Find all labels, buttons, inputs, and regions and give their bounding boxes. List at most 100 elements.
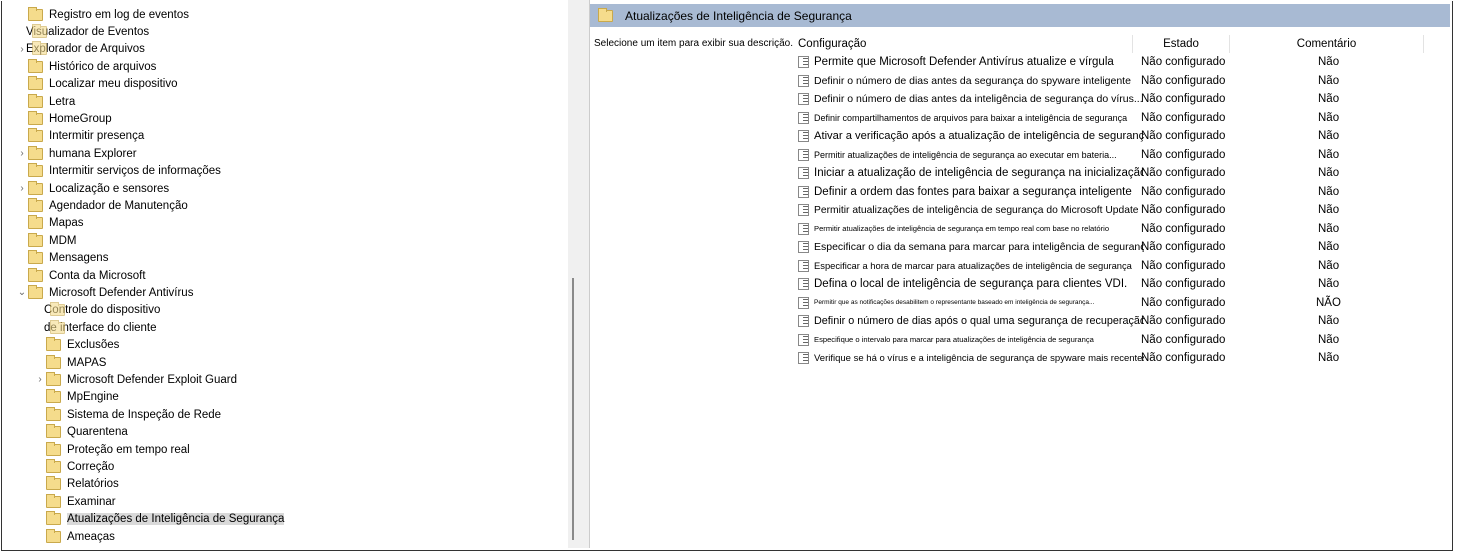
policy-comment: Não xyxy=(1318,130,1340,142)
folder-icon xyxy=(46,511,61,526)
policy-name: Especificar o dia da semana para marcar … xyxy=(814,241,1144,253)
tree-item[interactable]: de interface do cliente xyxy=(34,319,157,336)
chevron-down-icon[interactable]: ⌄ xyxy=(16,287,28,298)
tree-item[interactable]: MDM xyxy=(16,232,76,249)
policy-state: Não configurado xyxy=(1141,111,1226,124)
tree-item[interactable]: Localizar meu dispositivo xyxy=(16,76,177,93)
tree-item[interactable]: Ameaças xyxy=(34,528,115,545)
tree-item-label: HomeGroup xyxy=(49,112,112,125)
tree-item[interactable]: Quarentena xyxy=(34,424,128,441)
tree-item-label: Microsoft Defender Exploit Guard xyxy=(67,373,238,386)
column-header-comment[interactable]: Comentário xyxy=(1230,35,1424,53)
policy-row[interactable]: Definir o número de dias após o qual uma… xyxy=(798,312,1438,330)
policy-name: Especificar a hora de marcar para atuali… xyxy=(814,260,1132,271)
tree-item[interactable]: ⌄ Microsoft Defender Antivírus xyxy=(16,284,193,301)
tree-item[interactable]: Examinar xyxy=(34,493,116,510)
policy-row[interactable]: Permitir atualizações de inteligência de… xyxy=(798,220,1438,238)
folder-icon xyxy=(50,319,65,334)
tree-item[interactable]: Relatórios xyxy=(34,476,119,493)
tree-item[interactable]: Histórico de arquivos xyxy=(16,58,156,75)
folder-icon xyxy=(46,476,61,491)
tree-item[interactable]: › humana Explorer xyxy=(16,145,137,162)
chevron-right-icon[interactable]: › xyxy=(16,183,28,194)
tree-item[interactable]: Correção xyxy=(34,458,114,475)
policy-comment: Não xyxy=(1318,278,1340,290)
policy-setting-icon xyxy=(798,130,809,142)
policy-row[interactable]: Definir compartilhamentos de arquivos pa… xyxy=(798,109,1438,127)
tree-item[interactable]: Controle do dispositivo xyxy=(34,302,160,319)
tree-item[interactable]: Proteção em tempo real xyxy=(34,441,190,458)
folder-icon xyxy=(28,110,43,125)
tree-item[interactable]: Conta da Microsoft xyxy=(16,267,146,284)
column-header-state[interactable]: Estado xyxy=(1133,35,1230,53)
tree-item-label: Sistema de Inspeção de Rede xyxy=(67,408,222,421)
policy-setting-icon xyxy=(798,315,809,327)
policy-comment: Não xyxy=(1318,93,1340,105)
folder-icon xyxy=(46,424,61,439)
tree-item[interactable]: Visualizador de Eventos xyxy=(16,23,149,40)
policy-row[interactable]: Definir o número de dias antes da inteli… xyxy=(798,90,1438,108)
policy-row[interactable]: Defina o local de inteligência de segura… xyxy=(798,275,1438,293)
policy-row[interactable]: Permite que Microsoft Defender Antivírus… xyxy=(798,53,1438,71)
policy-setting-icon xyxy=(798,296,809,309)
tree-item[interactable]: › Microsoft Defender Exploit Guard xyxy=(34,371,237,388)
folder-icon xyxy=(28,180,43,195)
tree-item[interactable]: Letra xyxy=(16,93,75,110)
chevron-right-icon[interactable]: › xyxy=(16,148,28,159)
column-header-config[interactable]: Configuração xyxy=(798,35,1133,53)
policy-comment: Não xyxy=(1318,315,1340,327)
folder-icon xyxy=(28,128,43,143)
policy-row[interactable]: Permitir atualizações de inteligência de… xyxy=(798,201,1438,219)
policy-row[interactable]: Iniciar a atualização de inteligência de… xyxy=(798,164,1438,182)
tree-item[interactable]: › Explorador de Arquivos xyxy=(16,41,145,58)
policy-row[interactable]: Verifique se há o vírus e a inteligência… xyxy=(798,349,1438,367)
policy-comment: Não xyxy=(1318,74,1340,87)
policy-setting-icon xyxy=(798,148,809,161)
policy-row[interactable]: Ativar a verificação após a atualização … xyxy=(798,127,1438,145)
tree-item[interactable]: Mapas xyxy=(16,215,84,232)
folder-icon xyxy=(28,250,43,265)
tree-item-label: Intermitir presença xyxy=(49,130,145,143)
policy-setting-icon xyxy=(798,259,809,272)
tree-item-label: Microsoft Defender Antivírus xyxy=(49,286,194,299)
tree-scrollbar[interactable] xyxy=(568,0,580,548)
tree-item[interactable]: Atualizações de Inteligência de Seguranç… xyxy=(34,511,285,528)
tree-item[interactable]: HomeGroup xyxy=(16,110,112,127)
folder-icon xyxy=(28,163,43,178)
tree-item[interactable]: MAPAS xyxy=(34,354,106,371)
policy-row[interactable]: Especifique o intervalo para marcar para… xyxy=(798,331,1438,349)
tree-item[interactable]: Sistema de Inspeção de Rede xyxy=(34,406,221,423)
tree-item[interactable]: Exclusões xyxy=(34,337,119,354)
tree-item[interactable]: › Localização e sensores xyxy=(16,180,169,197)
tree-item-label: Ameaças xyxy=(67,530,115,543)
pane-splitter[interactable] xyxy=(580,0,590,548)
folder-icon xyxy=(598,7,613,22)
policy-row[interactable]: Especificar o dia da semana para marcar … xyxy=(798,238,1438,256)
tree-item[interactable]: MpEngine xyxy=(34,389,119,406)
policy-state: Não configurado xyxy=(1141,93,1226,105)
scrollbar-thumb[interactable] xyxy=(572,278,574,540)
tree-item[interactable]: Registro em log de eventos xyxy=(16,6,189,23)
policy-row[interactable]: Especificar a hora de marcar para atuali… xyxy=(798,257,1438,275)
chevron-right-icon[interactable]: › xyxy=(34,374,46,385)
tree-item[interactable]: Mensagens xyxy=(16,250,108,267)
tree-item[interactable]: Agendador de Manutenção xyxy=(16,197,188,214)
policy-state: Não configurado xyxy=(1141,352,1226,364)
policy-state: Não configurado xyxy=(1141,185,1226,198)
pane-header: Atualizações de Inteligência de Seguranç… xyxy=(590,4,1450,27)
tree-item-label: Correção xyxy=(67,460,115,473)
policy-row[interactable]: Definir o número de dias antes da segura… xyxy=(798,72,1438,90)
policy-setting-icon xyxy=(798,74,809,87)
policy-row[interactable]: Permitir atualizações de inteligência de… xyxy=(798,146,1438,164)
policy-setting-icon xyxy=(798,185,809,198)
policy-row[interactable]: Permitir que as notificações desabilitem… xyxy=(798,294,1438,312)
policy-state: Não configurado xyxy=(1141,167,1226,179)
tree-item-label: humana Explorer xyxy=(49,147,137,160)
policy-state: Não configurado xyxy=(1141,204,1226,216)
policy-comment: Não xyxy=(1318,56,1340,68)
tree-item-label: MpEngine xyxy=(67,391,119,404)
policy-row[interactable]: Definir a ordem das fontes para baixar a… xyxy=(798,183,1438,201)
tree-item[interactable]: Intermitir presença xyxy=(16,128,144,145)
tree-item[interactable]: Intermitir serviços de informações xyxy=(16,163,221,180)
policy-state: Não configurado xyxy=(1141,222,1226,235)
